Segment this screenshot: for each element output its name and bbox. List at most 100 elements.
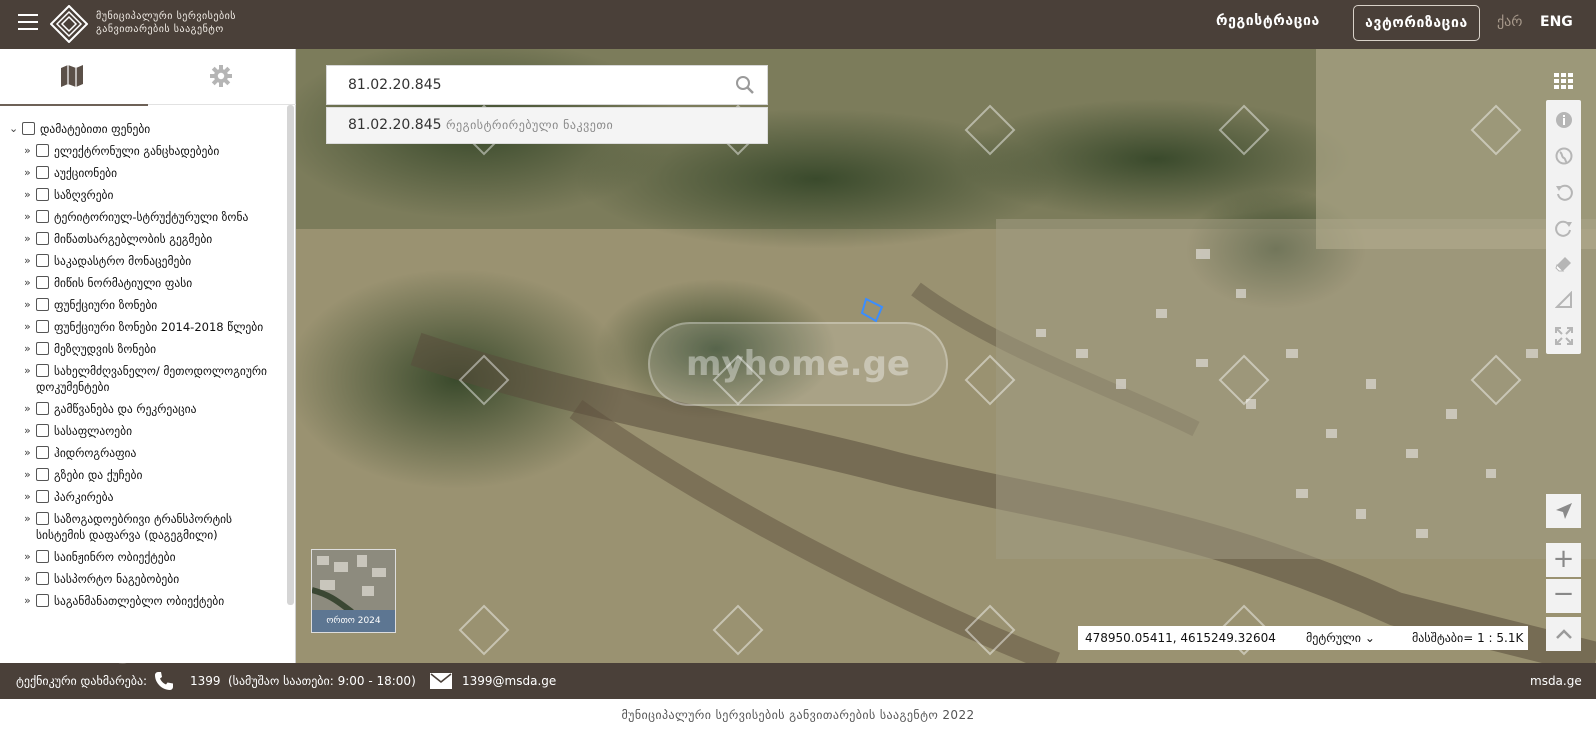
layer-item[interactable]: » საკადასტრო მონაცემები xyxy=(0,253,286,269)
layer-checkbox[interactable] xyxy=(36,364,49,377)
layer-item[interactable]: » საზოგადოებრივი ტრანსპორტის სისტემის დაფ… xyxy=(0,511,286,543)
chevron-right-icon[interactable]: » xyxy=(24,445,31,461)
layer-checkbox[interactable] xyxy=(36,512,49,525)
chevron-right-icon[interactable]: » xyxy=(24,549,31,565)
chevron-right-icon[interactable]: » xyxy=(24,319,31,335)
login-button[interactable]: ავტორიზაცია xyxy=(1353,5,1480,41)
chevron-right-icon[interactable]: » xyxy=(24,275,31,291)
sidebar-scrollbar[interactable] xyxy=(287,105,294,605)
locate-button[interactable] xyxy=(1546,494,1581,528)
layer-checkbox[interactable] xyxy=(36,490,49,503)
layer-label: გზები და ქუჩები xyxy=(54,468,143,482)
support-label: ტექნიკური დახმარება: xyxy=(16,674,148,688)
layer-group-root[interactable]: ⌄ დამატებითი ფენები xyxy=(0,121,286,137)
chevron-right-icon[interactable]: » xyxy=(24,231,31,247)
layer-label: აუქციონები xyxy=(54,166,118,180)
chevron-right-icon[interactable]: » xyxy=(24,401,31,417)
basemap-switcher[interactable]: ორთო 2024 xyxy=(311,549,396,633)
scale-readout: მასშტაბი= 1 : 5.1K xyxy=(1412,631,1524,645)
chevron-right-icon[interactable]: » xyxy=(24,187,31,203)
layer-checkbox[interactable] xyxy=(36,166,49,179)
lang-eng-link[interactable]: ENG xyxy=(1540,14,1573,30)
search-suggestion[interactable]: 81.02.20.845 რეგისტრირებული ნაკვეთი xyxy=(326,107,768,144)
layer-item[interactable]: » ტერიტორიულ-სტრუქტურული ზონა xyxy=(0,209,286,225)
layer-item[interactable]: » სახელმძღვანელო/ მეთოდოლოგიური დოკუმენტე… xyxy=(0,363,286,395)
rotate-left-button[interactable] xyxy=(1546,174,1581,210)
layer-label: მიწათსარგებლობის გეგმები xyxy=(54,232,213,246)
layer-item[interactable]: » საგანმანათლებლო ობიექტები xyxy=(0,593,286,609)
chevron-right-icon[interactable]: » xyxy=(24,143,31,159)
layer-item[interactable]: » მიწათსარგებლობის გეგმები xyxy=(0,231,286,247)
chevron-right-icon[interactable]: » xyxy=(24,511,31,527)
layer-item[interactable]: » სასაფლაოები xyxy=(0,423,286,439)
tab-settings[interactable] xyxy=(148,49,296,105)
support-phone[interactable]: 1399 xyxy=(190,674,221,688)
layer-item[interactable]: » ჰიდროგრაფია xyxy=(0,445,286,461)
chevron-right-icon[interactable]: » xyxy=(24,423,31,439)
chevron-right-icon[interactable]: » xyxy=(24,297,31,313)
layer-checkbox[interactable] xyxy=(36,594,49,607)
search-icon[interactable] xyxy=(735,75,755,95)
layer-item[interactable]: » გამწვანება და რეკრეაცია xyxy=(0,401,286,417)
chevron-right-icon[interactable]: » xyxy=(24,165,31,181)
suggestion-description: რეგისტრირებული ნაკვეთი xyxy=(445,118,614,132)
layer-checkbox[interactable] xyxy=(36,276,49,289)
search-input[interactable] xyxy=(327,66,727,104)
lang-geo-link[interactable]: ქარ xyxy=(1497,14,1522,30)
site-link[interactable]: msda.ge xyxy=(1530,674,1582,688)
info-button[interactable] xyxy=(1546,102,1581,138)
chevron-right-icon[interactable]: » xyxy=(24,209,31,225)
layer-item[interactable]: » აუქციონები xyxy=(0,165,286,181)
layer-checkbox[interactable] xyxy=(36,550,49,563)
search-box[interactable] xyxy=(326,65,768,105)
chevron-right-icon[interactable]: » xyxy=(24,571,31,587)
agency-logo[interactable] xyxy=(50,5,88,43)
eraser-button[interactable] xyxy=(1546,246,1581,282)
chevron-right-icon[interactable]: » xyxy=(24,253,31,269)
layer-checkbox[interactable] xyxy=(36,232,49,245)
layer-checkbox[interactable] xyxy=(36,468,49,481)
layer-item[interactable]: » მიწის ნორმატიული ფასი xyxy=(0,275,286,291)
support-email[interactable]: 1399@msda.ge xyxy=(462,674,556,688)
unit-select[interactable]: მეტრული ⌄ xyxy=(1306,626,1375,650)
fullscreen-button[interactable] xyxy=(1546,318,1581,354)
zoom-out-button[interactable]: − xyxy=(1546,579,1581,613)
layer-checkbox[interactable] xyxy=(36,572,49,585)
chevron-right-icon[interactable]: » xyxy=(24,489,31,505)
menu-icon[interactable] xyxy=(18,14,38,30)
layer-item[interactable]: » საინჟინრო ობიექტები xyxy=(0,549,286,565)
globe-button[interactable] xyxy=(1546,138,1581,174)
layer-item[interactable]: » გზები და ქუჩები xyxy=(0,467,286,483)
tab-layers[interactable] xyxy=(0,49,148,106)
layer-checkbox[interactable] xyxy=(36,424,49,437)
layer-item[interactable]: » მეზღუდვის ზონები xyxy=(0,341,286,357)
chevron-right-icon[interactable]: » xyxy=(24,467,31,483)
chevron-right-icon[interactable]: » xyxy=(24,593,31,609)
chevron-right-icon[interactable]: » xyxy=(24,341,31,357)
layer-item[interactable]: » ელექტრონული განცხადებები xyxy=(0,143,286,159)
layer-label: საგანმანათლებლო ობიექტები xyxy=(54,594,225,608)
layer-checkbox[interactable] xyxy=(36,254,49,267)
layer-checkbox[interactable] xyxy=(36,402,49,415)
layer-checkbox[interactable] xyxy=(36,188,49,201)
grid-icon[interactable] xyxy=(1543,67,1583,97)
register-link[interactable]: რეგისტრაცია xyxy=(1216,13,1320,29)
layer-checkbox[interactable] xyxy=(36,210,49,223)
layer-item[interactable]: » სასპორტო ნაგებობები xyxy=(0,571,286,587)
layer-item[interactable]: » პარკირება xyxy=(0,489,286,505)
layer-checkbox[interactable] xyxy=(36,298,49,311)
layer-checkbox[interactable] xyxy=(36,446,49,459)
scroll-top-button[interactable] xyxy=(1546,617,1581,651)
measure-button[interactable] xyxy=(1546,282,1581,318)
rotate-right-button[interactable] xyxy=(1546,210,1581,246)
chevron-right-icon[interactable]: » xyxy=(24,363,31,379)
layer-checkbox[interactable] xyxy=(36,144,49,157)
layer-item[interactable]: » ფუნქციური ზონები xyxy=(0,297,286,313)
layer-checkbox[interactable] xyxy=(36,342,49,355)
layer-item[interactable]: » ფუნქციური ზონები 2014-2018 წლები xyxy=(0,319,286,335)
layer-checkbox[interactable] xyxy=(22,122,35,135)
layer-checkbox[interactable] xyxy=(36,320,49,333)
layer-item[interactable]: » საზღვრები xyxy=(0,187,286,203)
zoom-in-button[interactable]: + xyxy=(1546,543,1581,577)
chevron-down-icon[interactable]: ⌄ xyxy=(9,121,18,137)
